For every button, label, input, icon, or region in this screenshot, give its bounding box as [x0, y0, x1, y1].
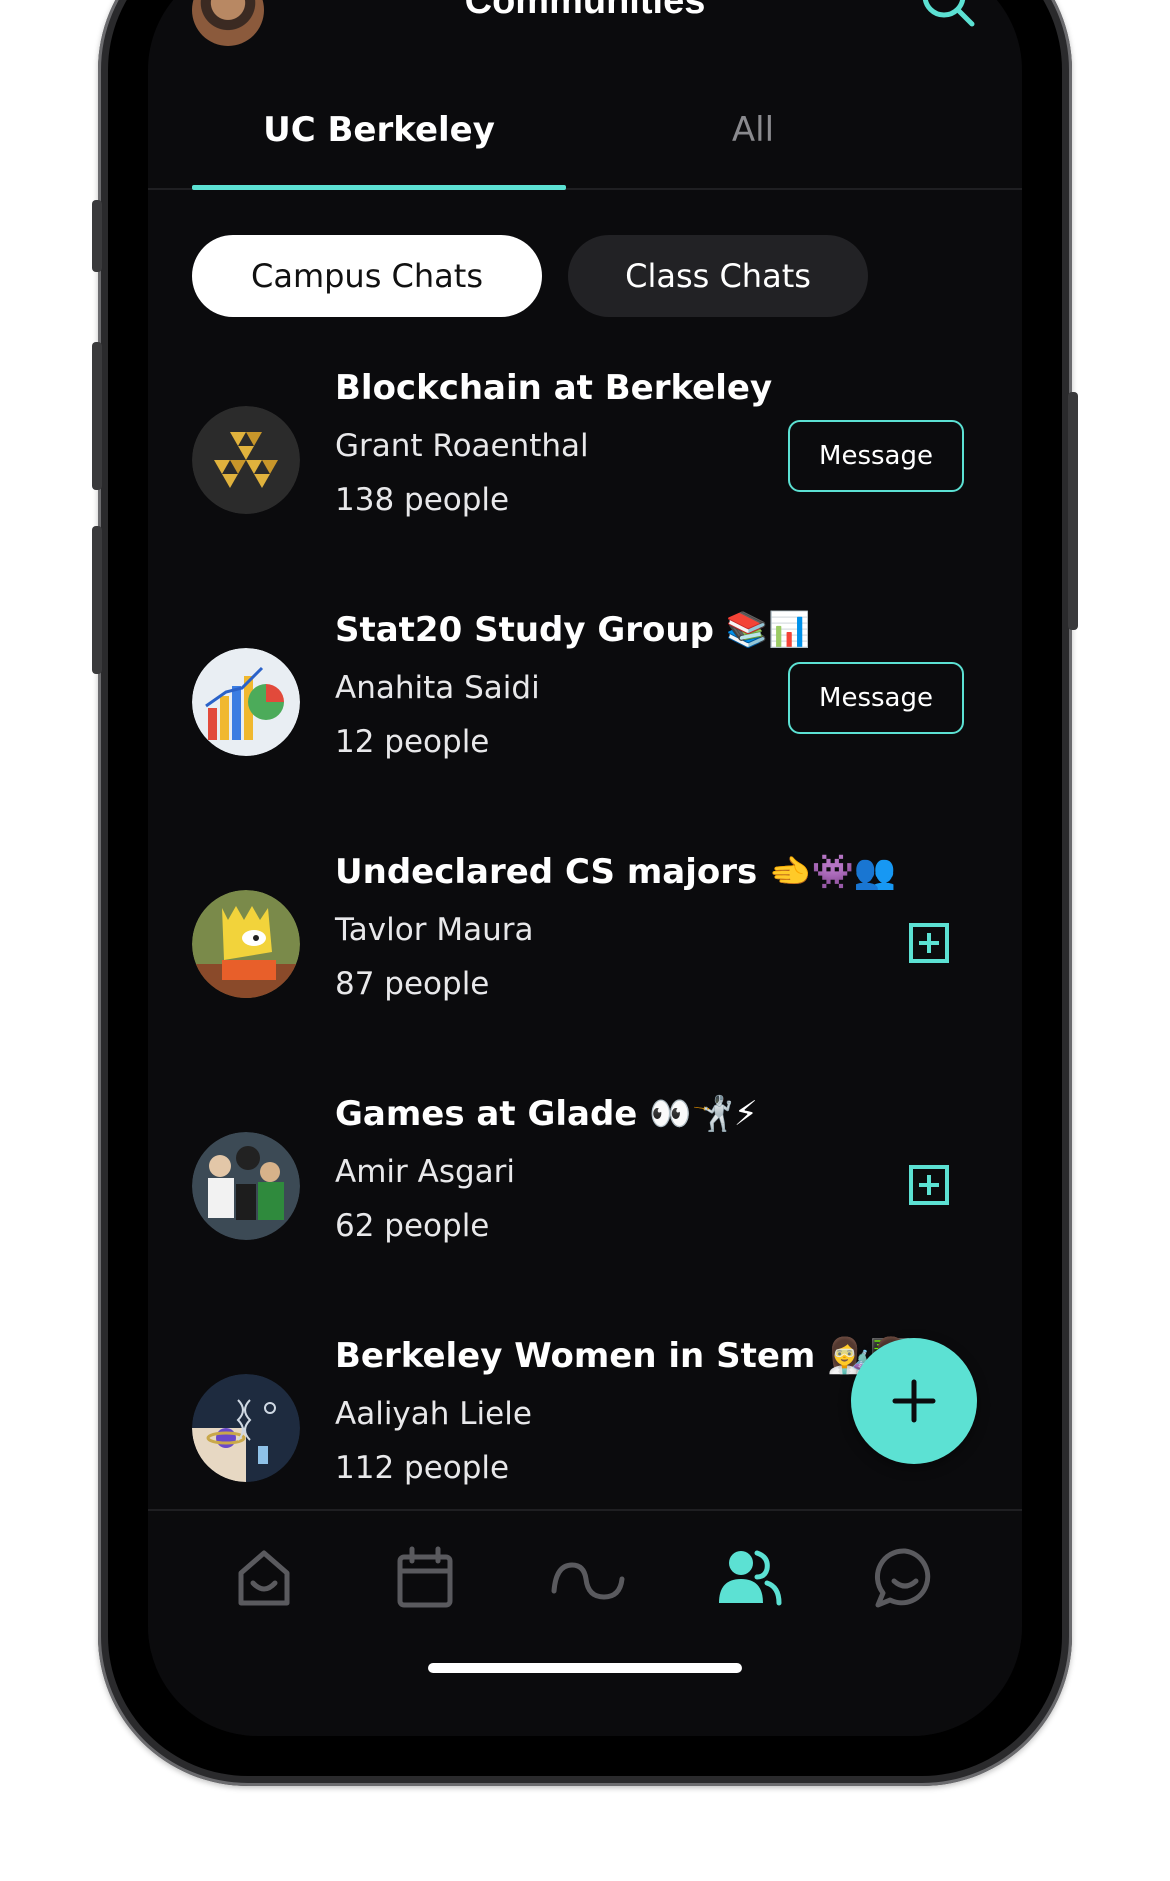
community-name: Berkeley Women in Stem 👩‍🔬👩‍💻: [335, 1336, 912, 1376]
community-avatar: [192, 1132, 300, 1240]
header: Communities UC Berkeley All: [148, 0, 1022, 190]
community-owner: Anahita Saidi: [335, 670, 540, 706]
home-icon[interactable]: [229, 1543, 299, 1613]
communities-icon[interactable]: [713, 1543, 783, 1613]
home-indicator: [428, 1663, 742, 1673]
tab-bar: UC Berkeley All: [148, 70, 1022, 190]
community-emoji: 📚📊: [725, 610, 811, 650]
side-button: [92, 200, 102, 272]
community-owner: Tavlor Maura: [335, 912, 534, 948]
community-avatar: [192, 406, 300, 514]
tab-all[interactable]: All: [566, 70, 940, 190]
community-item[interactable]: Stat20 Study Group 📚📊 Anahita Saidi 12 p…: [148, 592, 1022, 834]
community-item[interactable]: Blockchain at Berkeley Grant Roaenthal 1…: [148, 350, 1022, 592]
community-name: Undeclared CS majors 🫲👾👥: [335, 852, 897, 892]
community-item[interactable]: Undeclared CS majors 🫲👾👥 Tavlor Maura 87…: [148, 834, 1022, 1076]
app-screen: Communities UC Berkeley All Campus Chats…: [148, 0, 1022, 1736]
community-avatar: [192, 648, 300, 756]
community-member-count: 62 people: [335, 1208, 490, 1244]
community-avatar: [192, 1374, 300, 1482]
community-owner: Aaliyah Liele: [335, 1396, 532, 1432]
side-button: [92, 342, 102, 490]
bottom-nav: [148, 1509, 1022, 1736]
community-emoji: 🫲👾👥: [769, 852, 897, 892]
community-list: Blockchain at Berkeley Grant Roaenthal 1…: [148, 350, 1022, 1500]
community-member-count: 112 people: [335, 1450, 510, 1486]
community-emoji: 👀🤺⚡: [649, 1094, 758, 1134]
wave-icon[interactable]: [550, 1543, 626, 1613]
community-name: Games at Glade 👀🤺⚡: [335, 1094, 758, 1134]
community-name: Stat20 Study Group 📚📊: [335, 610, 811, 650]
chip-class-chats[interactable]: Class Chats: [568, 235, 868, 317]
community-member-count: 12 people: [335, 724, 490, 760]
chip-campus-chats[interactable]: Campus Chats: [192, 235, 542, 317]
tab-uc-berkeley[interactable]: UC Berkeley: [192, 70, 566, 190]
create-community-button[interactable]: [851, 1338, 977, 1464]
community-owner: Amir Asgari: [335, 1154, 516, 1190]
community-item[interactable]: Games at Glade 👀🤺⚡ Amir Asgari 62 people: [148, 1076, 1022, 1318]
join-community-icon[interactable]: [908, 922, 950, 964]
calendar-icon[interactable]: [390, 1543, 460, 1613]
community-name: Blockchain at Berkeley: [335, 368, 773, 408]
community-member-count: 138 people: [335, 482, 510, 518]
message-button[interactable]: Message: [788, 662, 964, 734]
side-button: [1068, 392, 1078, 630]
join-community-icon[interactable]: [908, 1164, 950, 1206]
community-member-count: 87 people: [335, 966, 490, 1002]
search-icon[interactable]: [918, 0, 978, 30]
message-button[interactable]: Message: [788, 420, 964, 492]
tab-active-indicator: [192, 185, 566, 190]
chat-icon[interactable]: [870, 1543, 940, 1613]
community-owner: Grant Roaenthal: [335, 428, 589, 464]
plus-icon: [892, 1379, 936, 1423]
side-button: [92, 526, 102, 674]
community-avatar: [192, 890, 300, 998]
page-title: Communities: [464, 0, 706, 22]
